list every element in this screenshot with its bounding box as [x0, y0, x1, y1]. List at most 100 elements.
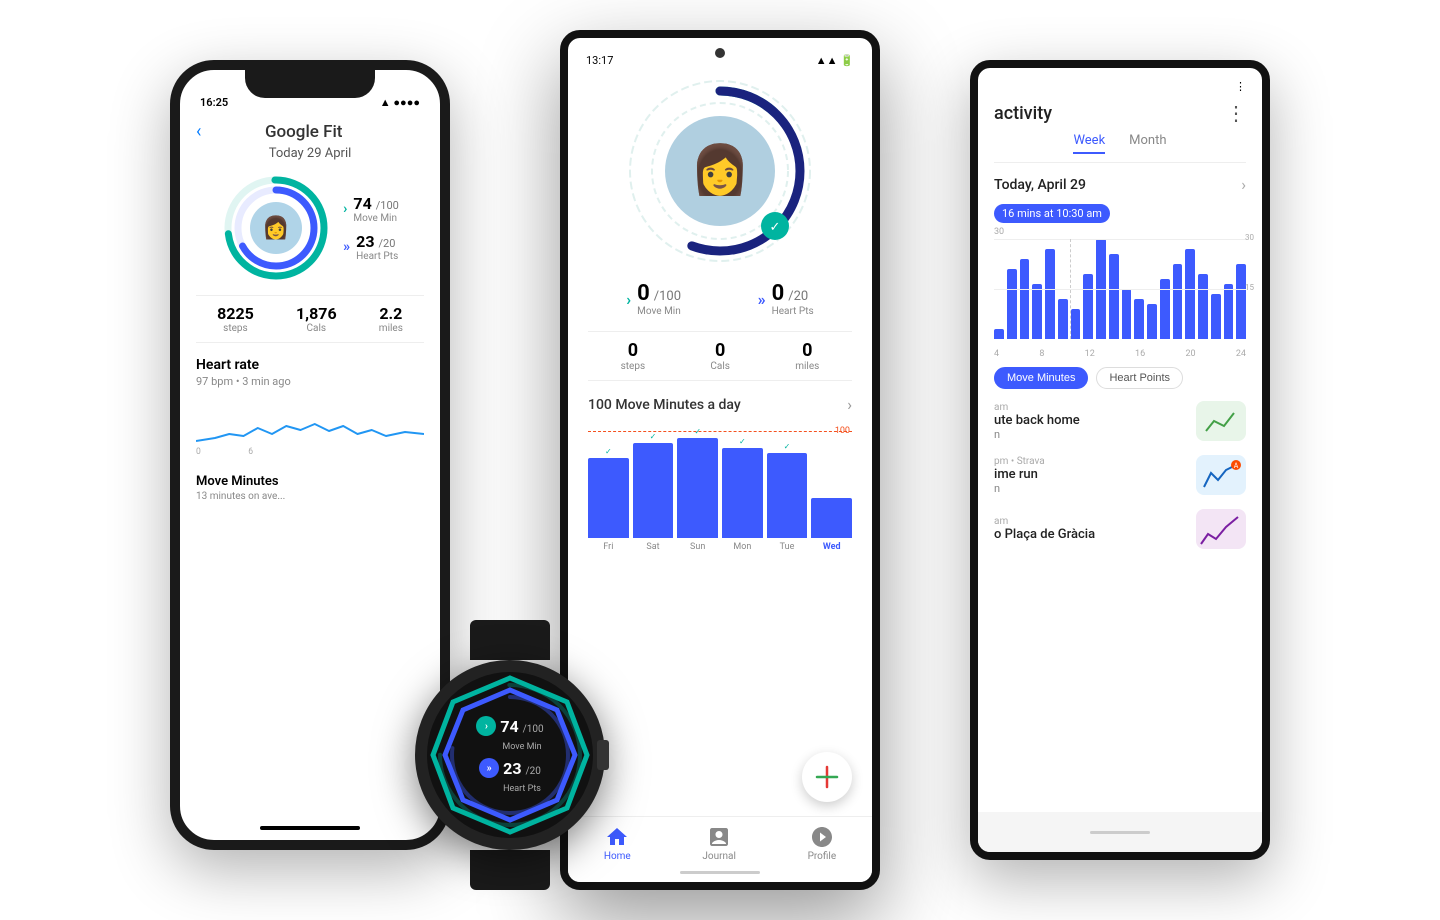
label-12: 12: [1085, 349, 1095, 359]
right-title: activity: [994, 103, 1052, 124]
label-20: 20: [1185, 349, 1195, 359]
right-bar-18: [1211, 294, 1221, 339]
iphone-ring-section: 👩 › 74 /100 Move Min »: [196, 173, 424, 283]
android-chart-title: 100 Move Minutes a day: [588, 397, 741, 413]
tab-month[interactable]: Month: [1129, 133, 1166, 154]
activity-time-3: am: [994, 516, 1186, 527]
android-steps: 0 steps: [621, 340, 646, 372]
bar-fri-label: Fri: [603, 542, 613, 552]
android-heart-icon: »: [758, 290, 766, 309]
activity-name-3: o Plaça de Gràcia: [994, 527, 1186, 542]
activity-name-1: ute back home: [994, 413, 1186, 428]
android-move-frac: /100: [654, 289, 681, 304]
bar-wed-bar: [811, 498, 852, 538]
android-cals-label: Cals: [710, 361, 730, 372]
watch-strap-top: [470, 620, 550, 660]
nav-journal[interactable]: Journal: [702, 825, 736, 862]
iphone-steps-val: 8225: [217, 304, 254, 323]
android-bottom-metrics: 0 steps 0 Cals 0 miles: [588, 331, 852, 381]
activity-list: am ute back home n pm • Strava ime run: [978, 401, 1262, 549]
iphone-signal: ▲ ●●●●: [380, 96, 420, 109]
activity-time-2: pm • Strava: [994, 456, 1186, 467]
right-bar-3: [1020, 259, 1030, 339]
activity-item-3: am o Plaça de Gràcia: [994, 509, 1246, 549]
android-heart-label: Heart Pts: [772, 306, 814, 317]
bar-tue: ✓ Tue: [767, 442, 808, 552]
activity-info-3: am o Plaça de Gràcia: [994, 516, 1186, 542]
activity-map-1: [1196, 401, 1246, 441]
iphone-app-title: Google Fit: [201, 122, 406, 142]
right-header: activity ⋮: [978, 101, 1262, 133]
filter-heart-points[interactable]: Heart Points: [1096, 367, 1183, 389]
right-bar-16: [1185, 249, 1195, 339]
bar-sun: ✓ Sun: [677, 427, 718, 552]
iphone-move-sub: 13 minutes on ave...: [196, 491, 424, 502]
right-bar-17: [1198, 274, 1208, 339]
bar-mon-bar: [722, 448, 763, 538]
right-chart-area: 30 30 15: [978, 227, 1262, 339]
iphone-screen: ‹ Google Fit Today 29 April: [180, 113, 440, 502]
android-fab[interactable]: [802, 752, 852, 802]
bar-check-tue: ✓: [784, 442, 791, 451]
iphone-move-min-stat: › 74 /100 Move Min: [343, 194, 399, 224]
nav-profile[interactable]: Profile: [808, 825, 837, 862]
right-bar-20: [1236, 264, 1246, 339]
iphone-heart-label: Heart Pts: [356, 251, 398, 262]
iphone-heart-val: 23: [356, 232, 374, 251]
tab-week[interactable]: Week: [1073, 133, 1105, 154]
activity-item-1: am ute back home n: [994, 401, 1246, 441]
scene: 16:25 ▲ ●●●● ‹ Google Fit Today 29 April: [170, 30, 1270, 890]
heart-pts-icon: »: [343, 239, 350, 255]
bar-sat-label: Sat: [646, 542, 659, 552]
right-nav-arrow[interactable]: ›: [1241, 175, 1246, 194]
activity-item-2: pm • Strava ime run n A: [994, 455, 1246, 495]
android-miles-label: miles: [795, 361, 819, 372]
iphone-heart-total: /20: [379, 237, 396, 250]
iphone-move-total: /100: [376, 199, 399, 212]
svg-text:0: 0: [196, 447, 201, 456]
right-bar-14: [1160, 279, 1170, 339]
label-16: 16: [1135, 349, 1145, 359]
right-filter-buttons: Move Minutes Heart Points: [978, 367, 1262, 389]
svg-text:👩: 👩: [262, 215, 289, 241]
android-screen: 👩 ✓ › 0 /100 Move Min »: [568, 71, 872, 556]
right-bar-10: [1109, 254, 1119, 339]
iphone-notch: [245, 70, 375, 98]
right-date: Today, April 29: [994, 177, 1086, 193]
android-cals-val: 0: [710, 340, 730, 361]
watch-crown-button[interactable]: [597, 740, 609, 770]
move-min-icon: ›: [343, 201, 347, 217]
iphone-move-label: Move Min: [353, 213, 398, 224]
android-bar-chart: ✓ Fri ✓ Sat ✓ Sun ✓: [588, 422, 852, 552]
bar-wed: Wed: [811, 498, 852, 552]
bar-fri: ✓ Fri: [588, 447, 629, 552]
right-menu-icon[interactable]: ⋮: [1226, 101, 1246, 125]
iphone-activity-ring: 👩: [221, 173, 331, 283]
right-signal: ⋮: [1235, 80, 1246, 93]
bar-tue-bar: [767, 453, 808, 538]
activity-time-1: am: [994, 402, 1186, 413]
right-bar-2: [1007, 269, 1017, 339]
iphone-steps-label: steps: [217, 323, 254, 334]
filter-move-minutes[interactable]: Move Minutes: [994, 367, 1088, 389]
iphone-steps: 8225 steps: [217, 304, 254, 334]
android-chart-header: 100 Move Minutes a day ›: [588, 395, 852, 414]
android-move-label: Move Min: [637, 306, 681, 317]
right-status-bar: ⋮: [978, 68, 1262, 101]
label-24: 24: [1236, 349, 1246, 359]
right-bar-6: [1058, 299, 1068, 339]
bar-wed-label: Wed: [823, 542, 841, 552]
android-right-device: ⋮ activity ⋮ Week Month Today, April 29 …: [970, 60, 1270, 860]
android-signal-icons: ▲▲ 🔋: [816, 54, 854, 67]
bar-sun-bar: [677, 438, 718, 538]
bar-sat: ✓ Sat: [633, 432, 674, 552]
iphone-date: Today 29 April: [196, 146, 424, 161]
iphone-heart-pts-stat: » 23 /20 Heart Pts: [343, 232, 399, 262]
right-chart-labels: 4 8 12 16 20 24: [978, 349, 1262, 359]
svg-text:✓: ✓: [770, 220, 781, 235]
bar-check-sat: ✓: [650, 432, 657, 441]
activity-name-2: ime run: [994, 467, 1186, 482]
android-home-indicator: [680, 871, 760, 874]
right-bar-8: [1083, 274, 1093, 339]
android-chart-expand[interactable]: ›: [847, 395, 852, 414]
